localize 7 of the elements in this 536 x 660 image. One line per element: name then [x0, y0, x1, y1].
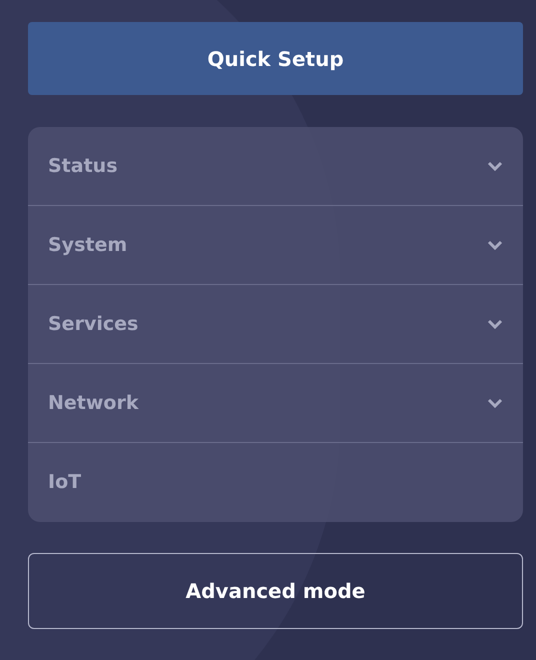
menu-item[interactable]: Network — [28, 364, 523, 443]
menu-item[interactable]: Status — [28, 127, 523, 206]
menu-item[interactable]: System — [28, 206, 523, 285]
menu-item[interactable]: IoT — [28, 443, 523, 522]
advanced-mode-button[interactable]: Advanced mode — [28, 553, 523, 629]
quick-setup-button[interactable]: Quick Setup — [28, 22, 523, 95]
menu-item[interactable]: Services — [28, 285, 523, 364]
